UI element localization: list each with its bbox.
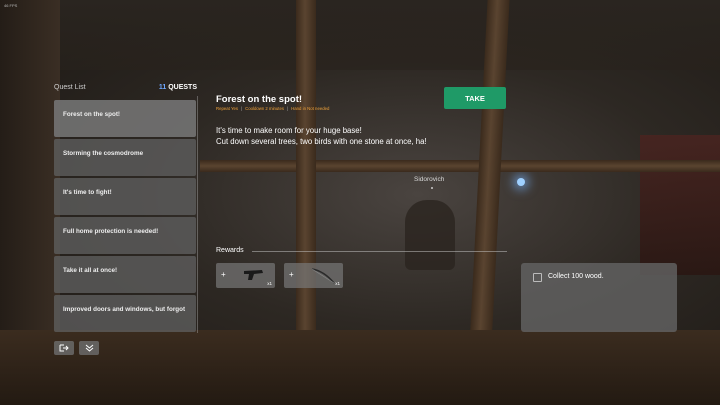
plus-icon: + (289, 270, 294, 279)
reward-item[interactable]: + x1 (216, 263, 275, 288)
exit-icon (59, 344, 69, 352)
quest-item-label: It's time to fight! (63, 189, 112, 196)
quest-item[interactable]: Storming the cosmodrome (54, 139, 196, 176)
quest-description: It's time to make room for your huge bas… (216, 125, 427, 147)
quest-item-label: Forest on the spot! (63, 111, 121, 118)
quest-list-divider (197, 96, 198, 333)
quest-meta: Repeat Yes | Cooldown 2 minutes | Hand in No… (216, 106, 330, 111)
quest-title: Forest on the spot! (216, 94, 303, 105)
task-panel: Collect 100 wood. (521, 263, 677, 332)
quest-item-label: Storming the cosmodrome (63, 150, 144, 157)
task-checkbox (533, 273, 542, 282)
quest-count-label: QUESTS (168, 84, 197, 91)
npc-marker (431, 187, 433, 189)
quest-item[interactable]: Take it all at once! (54, 256, 196, 293)
quest-item[interactable]: Improved doors and windows, but forgot (54, 295, 196, 332)
reward-quantity: x1 (335, 281, 340, 286)
quest-repeat: Repeat Yes (216, 106, 238, 111)
wooden-beam-left (296, 0, 316, 340)
rewards-label: Rewards (216, 247, 244, 254)
quest-hand-in: Hand in Not needed (291, 106, 330, 111)
rewards-divider (252, 251, 507, 252)
quest-cooldown: Cooldown 2 minutes (245, 106, 285, 111)
pistol-icon (244, 270, 263, 280)
plus-icon: + (221, 270, 226, 279)
bow-icon (311, 268, 335, 284)
quest-item-label: Full home protection is needed! (63, 228, 159, 235)
exit-button[interactable] (54, 341, 74, 355)
quest-item[interactable]: Full home protection is needed! (54, 217, 196, 254)
task-text: Collect 100 wood. (548, 273, 604, 280)
quest-count: 11 QUESTS (159, 84, 197, 91)
quest-list: Forest on the spot! Storming the cosmodr… (54, 100, 196, 334)
floor (0, 330, 720, 405)
wooden-beam-horizontal (200, 160, 720, 172)
reward-item[interactable]: + x1 (284, 263, 343, 288)
background-machine (640, 135, 720, 275)
take-button[interactable]: TAKE (444, 87, 506, 109)
quest-item[interactable]: It's time to fight! (54, 178, 196, 215)
quest-item-label: Improved doors and windows, but forgot (63, 306, 186, 313)
quest-description-line: Cut down several trees, two birds with o… (216, 137, 427, 146)
quest-item[interactable]: Forest on the spot! (54, 100, 196, 137)
ceiling (0, 0, 720, 70)
quest-description-line: It's time to make room for your huge bas… (216, 126, 362, 135)
npc-figure (405, 200, 455, 270)
fps-counter: 46 FPS (4, 3, 18, 8)
quest-item-label: Take it all at once! (63, 267, 118, 274)
double-chevron-down-icon (85, 344, 93, 352)
scroll-down-button[interactable] (79, 341, 99, 355)
lamp-light (517, 178, 525, 186)
npc-name: Sidorovich (414, 176, 445, 183)
quest-list-title: Quest List (54, 84, 86, 91)
quest-list-header: Quest List 11 QUESTS (54, 84, 197, 96)
quest-count-number: 11 (158, 84, 167, 91)
reward-quantity: x1 (267, 281, 272, 286)
